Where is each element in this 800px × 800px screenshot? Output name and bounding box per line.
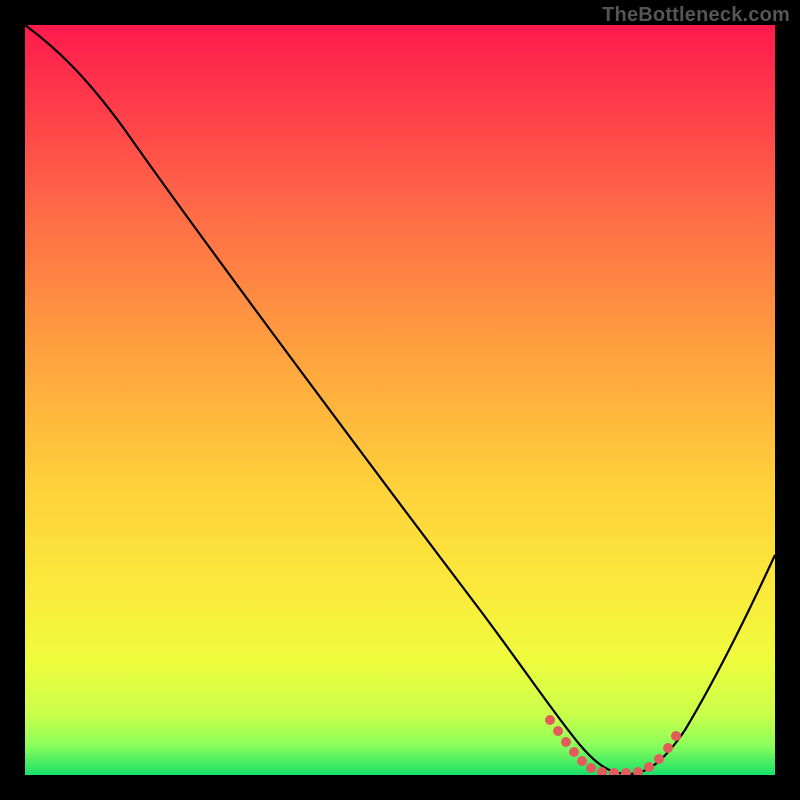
watermark-text: TheBottleneck.com bbox=[602, 4, 790, 27]
chart-frame: TheBottleneck.com bbox=[0, 0, 800, 800]
gradient-background bbox=[25, 25, 775, 775]
bottleneck-chart bbox=[25, 25, 775, 775]
